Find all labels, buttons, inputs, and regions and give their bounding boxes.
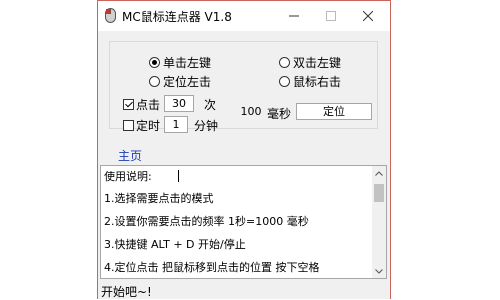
radio-label: 双击左键 (293, 56, 342, 70)
radio-single-left-click[interactable]: 单击左键 (149, 54, 211, 71)
app-window: MC鼠标连点器 V1.8 单击左键 双击左键 定位左击 鼠标右击 点击 30 次… (97, 0, 391, 299)
radio-right-click[interactable]: 鼠标右击 (279, 73, 341, 90)
mouse-icon (105, 8, 116, 23)
checkbox-label: 定时 (136, 119, 161, 133)
click-count-input[interactable]: 30 (164, 95, 194, 112)
radio-locate-left-click[interactable]: 定位左击 (149, 73, 211, 90)
click-count-unit: 次 (204, 98, 217, 112)
vertical-scrollbar[interactable] (372, 166, 386, 278)
radio-dot[interactable] (149, 57, 160, 68)
status-text: 开始吧~! (101, 285, 152, 299)
checkbox-label: 点击 (136, 98, 161, 112)
status-bar: 开始吧~! (98, 281, 390, 299)
timer-input[interactable]: 1 (164, 116, 188, 133)
title-bar[interactable]: MC鼠标连点器 V1.8 (98, 1, 390, 31)
click-count-checkbox[interactable]: 点击 (123, 96, 160, 113)
instructions-line: 4.定位点击 把鼠标移到点击的位置 按下空格 (104, 261, 320, 274)
instructions-line: 2.设置你需要点击的频率 1秒=1000 毫秒 (104, 215, 309, 228)
radio-label: 单击左键 (163, 56, 212, 70)
maximize-icon[interactable] (311, 1, 351, 31)
scrollbar-thumb[interactable] (374, 184, 384, 202)
checkbox-box[interactable] (123, 99, 134, 110)
interval-unit: 毫秒 (267, 107, 292, 121)
scroll-up-icon[interactable] (372, 166, 386, 180)
instructions-line: 使用说明: (104, 170, 152, 183)
instructions-textarea[interactable]: 使用说明: 1.选择需要点击的模式 2.设置你需要点击的频率 1秒=1000 毫… (100, 165, 387, 279)
radio-dot[interactable] (279, 76, 290, 87)
locate-field: 定位 (296, 103, 372, 120)
radio-double-left-click[interactable]: 双击左键 (279, 54, 341, 71)
home-link[interactable]: 主页 (118, 147, 142, 164)
text-caret (178, 170, 179, 182)
radio-label: 定位左击 (163, 75, 212, 89)
close-icon[interactable] (348, 1, 388, 31)
interval-input[interactable]: 100 (237, 104, 265, 121)
window-title: MC鼠标连点器 V1.8 (122, 10, 232, 24)
timer-unit: 分钟 (194, 119, 219, 133)
radio-dot[interactable] (149, 76, 160, 87)
instructions-line: 1.选择需要点击的模式 (104, 192, 214, 205)
radio-dot[interactable] (279, 57, 290, 68)
checkbox-box[interactable] (123, 120, 134, 131)
minimize-icon[interactable] (274, 1, 314, 31)
radio-label: 鼠标右击 (293, 75, 342, 89)
scroll-down-icon[interactable] (372, 264, 386, 278)
instructions-line: 3.快捷键 ALT + D 开始/停止 (104, 238, 246, 251)
timer-checkbox[interactable]: 定时 (123, 117, 160, 134)
